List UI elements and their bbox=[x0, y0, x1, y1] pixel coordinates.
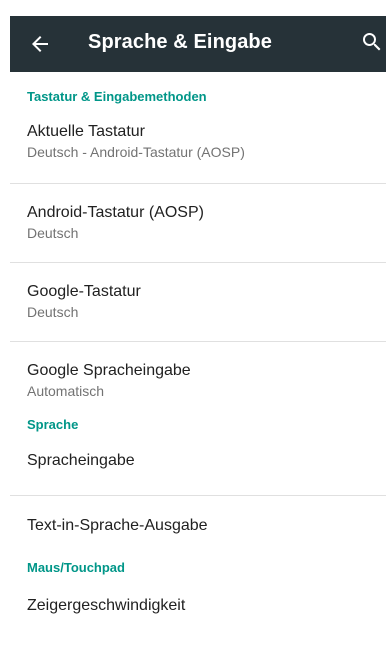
item-summary: Deutsch - Android-Tastatur (AOSP) bbox=[27, 144, 245, 160]
item-android-keyboard[interactable]: Android-Tastatur (AOSP) Deutsch bbox=[10, 184, 386, 263]
settings-list: Tastatur & Eingabemethoden Aktuelle Tast… bbox=[10, 72, 386, 638]
left-edge bbox=[0, 0, 10, 671]
item-title: Zeigergeschwindigkeit bbox=[27, 597, 186, 614]
item-title: Android-Tastatur (AOSP) bbox=[27, 204, 204, 221]
section-header-keyboard: Tastatur & Eingabemethoden bbox=[27, 89, 207, 104]
section-header-speech: Sprache bbox=[27, 417, 79, 432]
item-summary: Deutsch bbox=[27, 304, 79, 320]
item-tts-output[interactable]: Text-in-Sprache-Ausgabe bbox=[10, 496, 386, 552]
item-title: Google Spracheingabe bbox=[27, 362, 191, 379]
arrow-back-icon[interactable] bbox=[28, 32, 52, 56]
item-title: Aktuelle Tastatur bbox=[27, 123, 145, 140]
search-icon[interactable] bbox=[360, 30, 384, 54]
item-pointer-speed[interactable]: Zeigergeschwindigkeit bbox=[10, 582, 386, 638]
item-voice-input[interactable]: Spracheingabe bbox=[10, 440, 386, 496]
item-google-voice-input[interactable]: Google Spracheingabe Automatisch bbox=[10, 342, 386, 410]
item-summary: Deutsch bbox=[27, 225, 79, 241]
app-bar: Sprache & Eingabe bbox=[10, 16, 386, 72]
item-title: Spracheingabe bbox=[27, 452, 135, 469]
item-title: Text-in-Sprache-Ausgabe bbox=[27, 517, 208, 534]
item-google-keyboard[interactable]: Google-Tastatur Deutsch bbox=[10, 263, 386, 342]
section-header-mouse: Maus/Touchpad bbox=[27, 560, 125, 575]
page-title: Sprache & Eingabe bbox=[88, 31, 272, 53]
item-summary: Automatisch bbox=[27, 383, 105, 399]
item-title: Google-Tastatur bbox=[27, 283, 141, 300]
item-current-keyboard[interactable]: Aktuelle Tastatur Deutsch - Android-Tast… bbox=[10, 102, 386, 184]
settings-screen: Sprache & Eingabe Tastatur & Eingabemeth… bbox=[0, 0, 386, 671]
